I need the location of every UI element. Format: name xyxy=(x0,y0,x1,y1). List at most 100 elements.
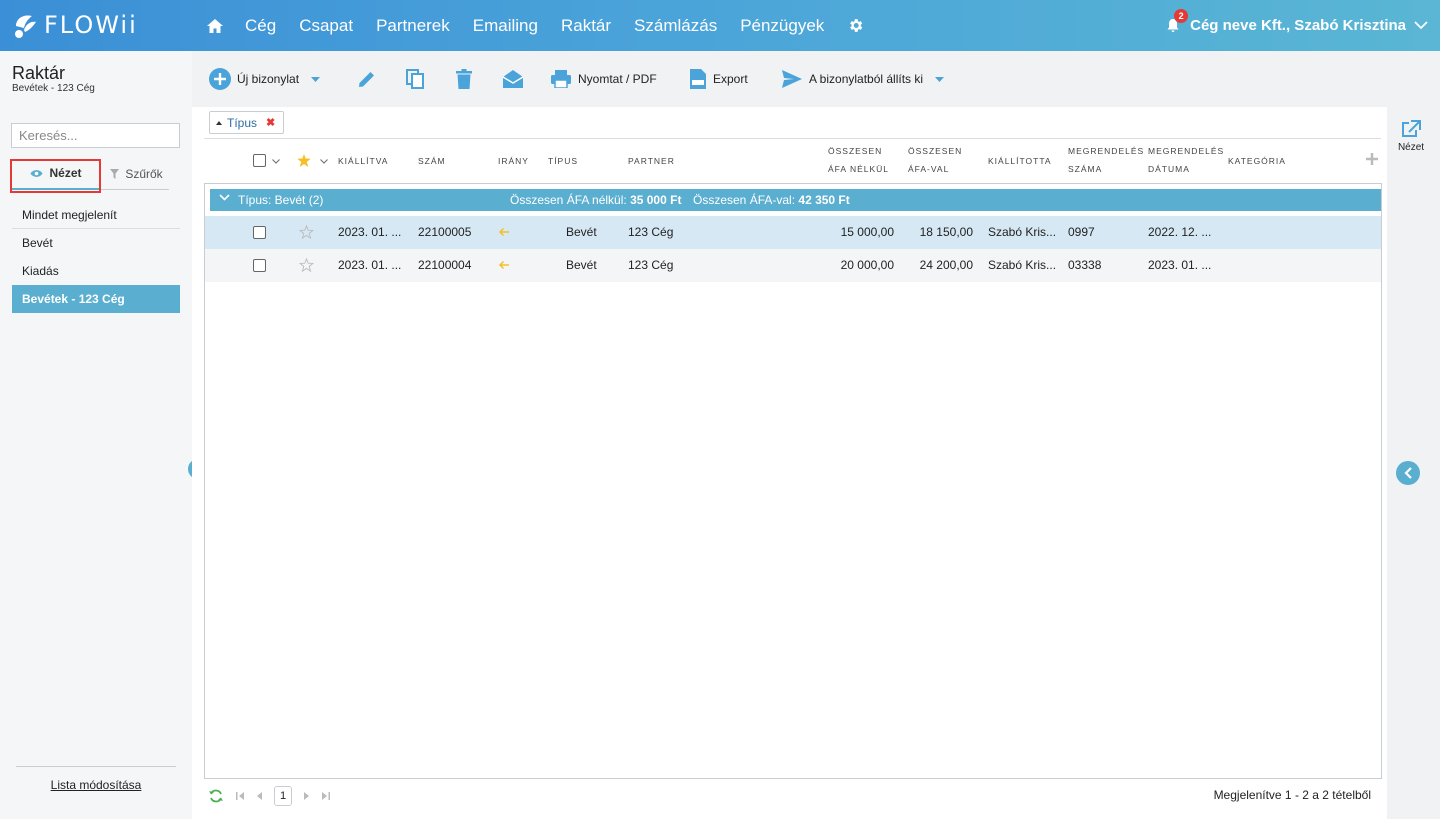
column-header-gross-line2: áfa-val xyxy=(908,164,950,174)
column-header-net-line2: áfa nélkül xyxy=(828,164,890,174)
group-by-chip[interactable]: Típus ✖ xyxy=(209,111,285,134)
table-row[interactable]: 2023. 01. ... 22100004 Bevét 123 Cég 20 … xyxy=(205,249,1381,282)
column-header-gross-line1: Összesen xyxy=(908,146,963,156)
column-header-gross[interactable]: Összesen áfa-val xyxy=(908,142,962,178)
group-sum-net-label: Összesen ÁFA nélkül: xyxy=(510,193,627,207)
nav-item-ceg[interactable]: Cég xyxy=(245,16,276,36)
nav-item-partnerek[interactable]: Partnerek xyxy=(376,16,450,36)
toolbar: Új bizonylat Nyomtat / PDF Export A bizo… xyxy=(192,51,1440,107)
column-header-partner[interactable]: Partner xyxy=(628,152,675,170)
copy-icon[interactable] xyxy=(406,69,424,89)
arrow-left-icon xyxy=(498,227,509,237)
sidebar-item-all[interactable]: Mindet megjelenít xyxy=(12,201,180,229)
tab-view-label: Nézet xyxy=(49,166,82,180)
cell-issued: 2023. 01. ... xyxy=(338,225,402,239)
column-header-order-date[interactable]: Megrendelés dátuma xyxy=(1148,142,1224,178)
caret-down-icon[interactable] xyxy=(311,76,321,82)
page-number[interactable]: 1 xyxy=(274,786,292,806)
user-menu[interactable]: 2 Cég neve Kft., Szabó Krisztina xyxy=(1166,0,1428,51)
cell-net: 20 000,00 xyxy=(840,258,894,272)
nav-item-raktar[interactable]: Raktár xyxy=(561,16,611,36)
nav-item-szamlazas[interactable]: Számlázás xyxy=(634,16,717,36)
print-button[interactable]: Nyomtat / PDF xyxy=(551,70,657,88)
first-page-icon[interactable] xyxy=(236,792,244,800)
xls-file-icon xyxy=(690,69,706,89)
bell-icon[interactable]: 2 xyxy=(1166,9,1189,33)
chevron-down-icon[interactable] xyxy=(320,159,328,164)
new-document-button[interactable]: Új bizonylat xyxy=(209,68,321,90)
group-by-chip-label: Típus xyxy=(227,115,258,130)
cell-issued: 2023. 01. ... xyxy=(338,258,402,272)
group-row[interactable]: Típus: Bevét (2) Összesen ÁFA nélkül: 35… xyxy=(210,189,1381,211)
nav-item-csapat[interactable]: Csapat xyxy=(299,16,353,36)
trash-icon[interactable] xyxy=(456,69,472,89)
column-header-category[interactable]: Kategória xyxy=(1228,152,1286,170)
envelope-open-icon[interactable] xyxy=(502,69,524,89)
column-header-net-line1: Összesen xyxy=(828,146,883,156)
close-icon[interactable]: ✖ xyxy=(266,116,275,129)
row-checkbox[interactable] xyxy=(253,259,266,272)
sidebar: Raktár Bevétek - 123 Cég Nézet Szűrők Mi… xyxy=(0,51,192,819)
chevron-down-icon[interactable] xyxy=(272,159,280,164)
print-label: Nyomtat / PDF xyxy=(578,72,657,86)
column-header-issuer[interactable]: Kiállította xyxy=(988,152,1052,170)
top-bar: FLOWii Cég Csapat Partnerek Emailing Rak… xyxy=(0,0,1440,51)
column-header-order-no[interactable]: Megrendelés száma xyxy=(1068,142,1144,178)
next-page-icon[interactable] xyxy=(304,792,310,800)
column-header-type[interactable]: Típus xyxy=(548,152,578,170)
logo[interactable]: FLOWii xyxy=(12,8,138,42)
star-icon[interactable] xyxy=(297,154,311,167)
view-panel-button[interactable]: Nézet xyxy=(1393,120,1429,153)
refresh-icon[interactable] xyxy=(208,789,224,803)
user-label: Cég neve Kft., Szabó Krisztina xyxy=(1190,17,1406,34)
column-header-net[interactable]: Összesen áfa nélkül xyxy=(828,142,889,178)
view-list: Mindet megjelenít Bevét Kiadás Bevétek -… xyxy=(12,201,180,313)
column-header-order-date-line2: dátuma xyxy=(1148,164,1190,174)
send-icon xyxy=(782,70,802,88)
gear-icon[interactable] xyxy=(847,17,864,34)
cell-gross: 24 200,00 xyxy=(919,258,973,272)
main-nav: Cég Csapat Partnerek Emailing Raktár Szá… xyxy=(206,0,887,51)
select-all-checkbox[interactable] xyxy=(253,154,266,167)
column-header-order-no-line1: Megrendelés xyxy=(1068,146,1145,156)
view-panel-label: Nézet xyxy=(1397,142,1425,153)
nav-item-emailing[interactable]: Emailing xyxy=(473,16,538,36)
pencil-icon[interactable] xyxy=(357,69,377,89)
sidebar-item-bevet[interactable]: Bevét xyxy=(12,229,180,257)
cell-order-no: 0997 xyxy=(1068,225,1095,239)
home-icon[interactable] xyxy=(206,18,224,34)
grid-header: Kiállítva Szám Irány Típus Partner Össze… xyxy=(204,139,1381,183)
logo-text: FLOWii xyxy=(44,11,138,39)
column-header-number[interactable]: Szám xyxy=(418,152,446,170)
tab-filters[interactable]: Szűrők xyxy=(104,158,169,190)
issue-from-document-label: A bizonylatból állíts ki xyxy=(809,72,924,86)
cell-order-date: 2023. 01. ... xyxy=(1148,258,1212,272)
cell-number: 22100004 xyxy=(418,258,472,272)
column-header-issued[interactable]: Kiállítva xyxy=(338,152,388,170)
prev-page-icon[interactable] xyxy=(256,792,262,800)
add-column-icon[interactable] xyxy=(1365,152,1379,166)
caret-down-icon[interactable] xyxy=(935,76,945,82)
chevron-down-icon[interactable] xyxy=(219,194,230,201)
tab-view[interactable]: Nézet xyxy=(12,158,100,190)
issue-from-document-button[interactable]: A bizonylatból állíts ki xyxy=(782,70,945,88)
nav-item-penzugyek[interactable]: Pénzügyek xyxy=(740,16,824,36)
export-button[interactable]: Export xyxy=(690,69,748,89)
arrow-left-icon xyxy=(498,260,509,270)
column-header-order-date-line1: Megrendelés xyxy=(1148,146,1225,156)
edit-list-link[interactable]: Lista módosítása xyxy=(51,778,142,792)
search-input[interactable] xyxy=(11,123,180,148)
column-header-direction[interactable]: Irány xyxy=(498,152,529,170)
external-link-icon xyxy=(1402,120,1421,137)
chevron-down-icon[interactable] xyxy=(1414,21,1428,30)
table-row[interactable]: 2023. 01. ... 22100005 Bevét 123 Cég 15 … xyxy=(205,216,1381,249)
sidebar-item-kiadas[interactable]: Kiadás xyxy=(12,257,180,285)
last-page-icon[interactable] xyxy=(322,792,330,800)
star-outline-icon[interactable] xyxy=(299,258,314,272)
expand-right-panel-button[interactable] xyxy=(1396,461,1420,485)
star-outline-icon[interactable] xyxy=(299,225,314,239)
group-sum-net: Összesen ÁFA nélkül: 35 000 Ft xyxy=(510,193,681,207)
sidebar-item-bevetek-123-ceg[interactable]: Bevétek - 123 Cég xyxy=(12,285,180,313)
logo-icon xyxy=(15,15,36,38)
row-checkbox[interactable] xyxy=(253,226,266,239)
